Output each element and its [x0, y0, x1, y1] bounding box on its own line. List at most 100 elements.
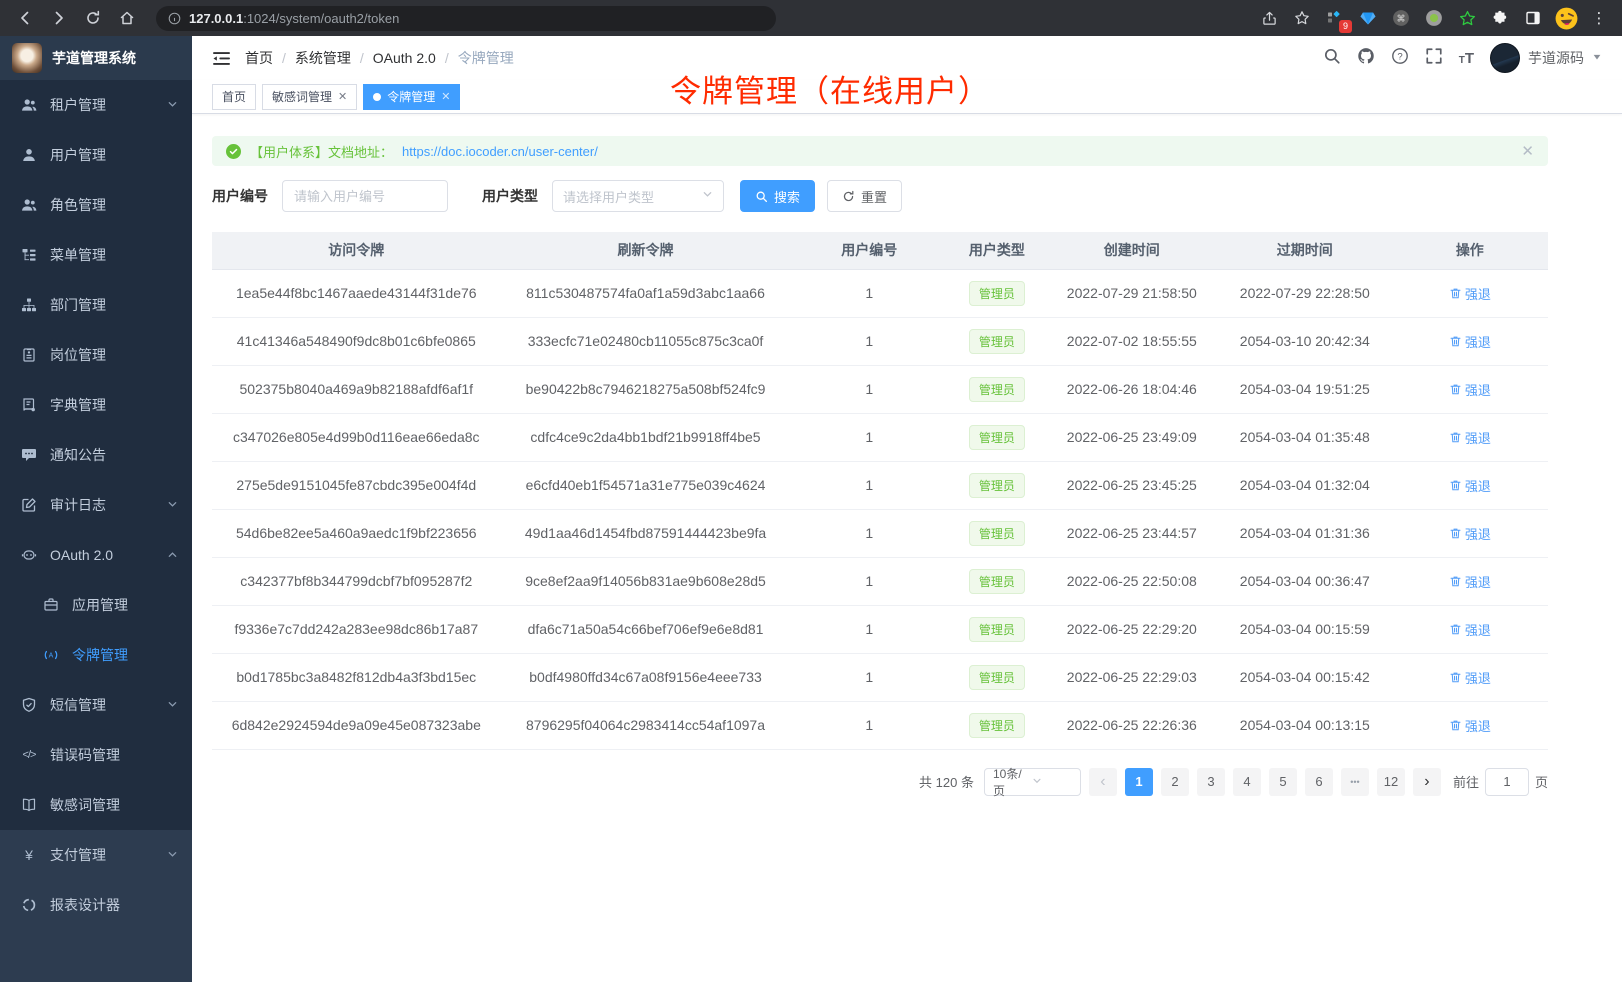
- doc-link[interactable]: https://doc.iocoder.cn/user-center/: [402, 144, 598, 159]
- reset-button[interactable]: 重置: [827, 180, 902, 212]
- tab-close-icon[interactable]: ✕: [338, 90, 347, 103]
- address-bar[interactable]: 127.0.0.1:1024/system/oauth2/token: [156, 6, 776, 31]
- page-info-icon[interactable]: [168, 12, 181, 25]
- sidebar-item-app-management[interactable]: 应用管理: [0, 580, 192, 630]
- sidebar-item-post-management[interactable]: 岗位管理: [0, 330, 192, 380]
- access-token-cell: f9336e7c7dd242a283ee98dc86b17a87: [212, 605, 501, 653]
- page-button-5[interactable]: 5: [1269, 768, 1297, 796]
- browser-reload-button[interactable]: [78, 4, 108, 32]
- next-page-button[interactable]: ›: [1413, 768, 1441, 796]
- font-size-icon[interactable]: TT: [1459, 50, 1474, 67]
- sidebar-item-sensitive-word-management[interactable]: 敏感词管理: [0, 780, 192, 830]
- user-type-placeholder: 请选择用户类型: [563, 187, 702, 206]
- sidebar-item-payment-management[interactable]: ¥支付管理: [0, 830, 192, 880]
- sidebar-item-label: 用户管理: [50, 145, 178, 165]
- tab-token[interactable]: 令牌管理✕: [363, 84, 460, 110]
- sidebar-item-dept-management[interactable]: 部门管理: [0, 280, 192, 330]
- force-logout-button[interactable]: 强退: [1449, 332, 1491, 351]
- breadcrumb-item[interactable]: OAuth 2.0: [373, 50, 436, 66]
- goto-page-input[interactable]: [1485, 768, 1529, 796]
- bookmark-star-icon[interactable]: [1289, 5, 1315, 31]
- browser-home-button[interactable]: [112, 4, 142, 32]
- create-time-cell: 2022-06-26 18:04:46: [1046, 365, 1218, 413]
- user-type-cell: 管理员: [948, 557, 1046, 605]
- page-button-1[interactable]: 1: [1125, 768, 1153, 796]
- alert-close-icon[interactable]: ✕: [1521, 142, 1534, 160]
- page-button-6[interactable]: 6: [1305, 768, 1333, 796]
- force-logout-button[interactable]: 强退: [1449, 284, 1491, 303]
- browser-forward-button[interactable]: [44, 4, 74, 32]
- access-token-cell: c342377bf8b344799dcbf7bf095287f2: [212, 557, 501, 605]
- user-type-select[interactable]: 请选择用户类型: [552, 180, 724, 212]
- sidebar-item-role-management[interactable]: 角色管理: [0, 180, 192, 230]
- browser-back-button[interactable]: [10, 4, 40, 32]
- breadcrumb-item[interactable]: 系统管理: [295, 48, 351, 68]
- expire-time-cell: 2054-03-04 00:15:42: [1218, 653, 1392, 701]
- expire-time-cell: 2054-03-04 00:15:59: [1218, 605, 1392, 653]
- page-button-12[interactable]: 12: [1377, 768, 1405, 796]
- app-logo[interactable]: 芋道管理系统: [0, 36, 192, 80]
- puzzle-extensions-icon[interactable]: [1487, 5, 1513, 31]
- prev-page-button[interactable]: ‹: [1089, 768, 1117, 796]
- force-logout-button[interactable]: 强退: [1449, 476, 1491, 495]
- search-icon[interactable]: [1323, 47, 1341, 70]
- tab-sensitive-word[interactable]: 敏感词管理 ✕: [262, 84, 357, 110]
- refresh-token-cell: 811c530487574fa0af1a59d3abc1aa66: [501, 269, 791, 317]
- page-button-4[interactable]: 4: [1233, 768, 1261, 796]
- svg-text:A: A: [49, 653, 54, 660]
- share-icon[interactable]: [1256, 5, 1282, 31]
- page-button-3[interactable]: 3: [1197, 768, 1225, 796]
- table-row: c347026e805e4d99b0d116eae66eda8ccdfc4ce9…: [212, 413, 1548, 461]
- star-extension-icon[interactable]: [1454, 5, 1480, 31]
- force-logout-button[interactable]: 强退: [1449, 380, 1491, 399]
- profile-emoji-icon[interactable]: [1553, 5, 1579, 31]
- tab-label: 敏感词管理: [272, 88, 332, 105]
- sidebar-item-label: 令牌管理: [72, 645, 178, 665]
- page-ellipsis-button[interactable]: •••: [1341, 768, 1369, 796]
- action-cell: 强退: [1392, 269, 1548, 317]
- sidebar-fold-icon[interactable]: [212, 50, 231, 67]
- sidebar-item-report-designer[interactable]: 报表设计器: [0, 880, 192, 930]
- user-menu[interactable]: 芋道源码: [1490, 43, 1602, 73]
- force-logout-button[interactable]: 强退: [1449, 524, 1491, 543]
- gem-extension-icon[interactable]: [1355, 5, 1381, 31]
- chevron-down-icon: [702, 187, 713, 205]
- sidebar-item-label: 角色管理: [50, 195, 178, 215]
- sidebar-item-token-management[interactable]: A 令牌管理: [0, 630, 192, 680]
- force-logout-button[interactable]: 强退: [1449, 620, 1491, 639]
- search-button[interactable]: 搜索: [740, 180, 815, 212]
- create-time-cell: 2022-06-25 23:45:25: [1046, 461, 1218, 509]
- sidebar-item-audit-log[interactable]: 审计日志: [0, 480, 192, 530]
- force-logout-button[interactable]: 强退: [1449, 716, 1491, 735]
- page-size-select[interactable]: 10条/页: [984, 768, 1081, 796]
- sidebar-item-sms-management[interactable]: 短信管理: [0, 680, 192, 730]
- user-id-input[interactable]: [282, 180, 448, 212]
- page-button-2[interactable]: 2: [1161, 768, 1189, 796]
- extension-blocks-icon[interactable]: 9: [1322, 5, 1348, 31]
- breadcrumb-item[interactable]: 首页: [245, 48, 273, 68]
- help-icon[interactable]: ?: [1391, 47, 1409, 70]
- edit-icon: [20, 497, 38, 513]
- recorder-extension-icon[interactable]: [1421, 5, 1447, 31]
- browser-menu-icon[interactable]: ⋮: [1586, 5, 1612, 31]
- sidebar-item-user-management[interactable]: 用户管理: [0, 130, 192, 180]
- tab-home[interactable]: 首页: [212, 84, 256, 110]
- sidepanel-icon[interactable]: [1520, 5, 1546, 31]
- trash-icon: [1449, 479, 1462, 492]
- force-logout-button[interactable]: 强退: [1449, 668, 1491, 687]
- sidebar-item-label: 审计日志: [50, 495, 155, 515]
- force-logout-button[interactable]: 强退: [1449, 428, 1491, 447]
- sidebar-item-notice-announcement[interactable]: 通知公告: [0, 430, 192, 480]
- sidebar-item-menu-management[interactable]: 菜单管理: [0, 230, 192, 280]
- users-icon: [20, 197, 38, 213]
- fullscreen-icon[interactable]: [1425, 47, 1443, 70]
- sidebar-item-oauth2[interactable]: OAuth 2.0: [0, 530, 192, 580]
- github-icon[interactable]: [1357, 47, 1375, 70]
- command-extension-icon[interactable]: ⌘: [1388, 5, 1414, 31]
- force-logout-button[interactable]: 强退: [1449, 572, 1491, 591]
- sidebar-item-label: 菜单管理: [50, 245, 178, 265]
- tab-close-icon[interactable]: ✕: [441, 90, 450, 103]
- sidebar-item-dict-management[interactable]: 字典管理: [0, 380, 192, 430]
- sidebar-item-error-code-management[interactable]: </>错误码管理: [0, 730, 192, 780]
- sidebar-item-tenant-management[interactable]: 租户管理: [0, 80, 192, 130]
